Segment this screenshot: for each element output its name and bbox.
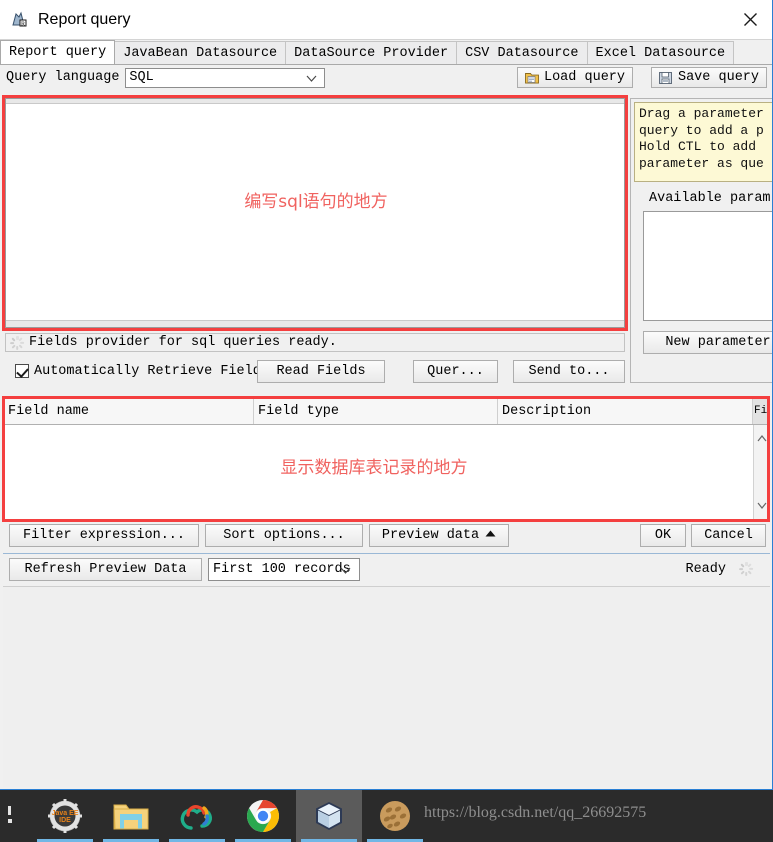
tab-report-query[interactable]: Report query (0, 40, 116, 64)
loading-spinner-icon (739, 561, 756, 578)
fields-table-annotation: 显示数据库表记录的地方 (280, 458, 468, 478)
sql-editor[interactable]: 编写sql语句的地方 (5, 98, 625, 328)
sort-options-button[interactable]: Sort options... (205, 524, 363, 547)
auto-retrieve-fields-label: Automatically Retrieve Fields (34, 363, 269, 379)
file-explorer-icon (113, 804, 149, 830)
ok-label: OK (654, 528, 672, 543)
fields-table-scrollbar[interactable] (753, 425, 769, 519)
fields-table: Field name Field type Description Fi 显示数… (3, 398, 770, 520)
tab-csv-datasource[interactable]: CSV Datasource (456, 41, 588, 64)
save-query-label: Save query (677, 70, 759, 85)
available-parameters-list[interactable] (643, 211, 772, 321)
cancel-label: Cancel (704, 528, 753, 543)
read-fields-button[interactable]: Read Fields (257, 360, 385, 383)
chrome-icon (247, 800, 279, 832)
query-language-row: Query language SQL Load query Save query (0, 66, 772, 90)
records-count-select[interactable]: First 100 records (208, 558, 360, 581)
tab-strip: Report query JavaBean Datasource DataSou… (0, 40, 772, 65)
auto-retrieve-fields-checkbox[interactable] (15, 364, 29, 378)
column-header-field-type[interactable]: Field type (254, 399, 498, 424)
filter-expression-label: Filter expression... (22, 528, 186, 543)
fields-table-header: Field name Field type Description Fi (4, 399, 769, 425)
send-to-label: Send to... (528, 364, 610, 379)
taskbar-item-navicat[interactable] (164, 790, 230, 842)
load-query-button[interactable]: Load query (516, 67, 633, 88)
fields-provider-status: Fields provider for sql queries ready. (5, 333, 625, 352)
available-parameters-label: Available param (649, 191, 771, 206)
load-query-label: Load query (543, 70, 625, 85)
taskbar-item-javaee-ide[interactable]: Java EE IDE (32, 790, 98, 842)
sql-editor-annotation: 编写sql语句的地方 (244, 192, 388, 212)
parameters-panel: Drag a parameter query to add a p Hold C… (630, 98, 772, 383)
refresh-preview-data-label: Refresh Preview Data (24, 562, 187, 577)
column-header-extra[interactable]: Fi (753, 399, 769, 424)
tooltip-line-3: Hold CTL to add (639, 139, 757, 154)
chevron-up-icon[interactable] (757, 429, 767, 447)
screen: R Report query Report query JavaBean Dat… (0, 0, 773, 842)
ok-button[interactable]: OK (640, 524, 686, 547)
sql-editor-hscrollbar[interactable] (6, 320, 624, 327)
query-language-select[interactable]: SQL (125, 67, 326, 90)
cookie-app-icon (380, 801, 410, 831)
taskbar-left-indicator (8, 806, 12, 828)
cancel-button[interactable]: Cancel (691, 524, 766, 547)
svg-text:IDE: IDE (59, 817, 71, 824)
tooltip-line-4: parameter as que (639, 155, 764, 171)
refresh-preview-data-button[interactable]: Refresh Preview Data (9, 558, 202, 581)
svg-text:R: R (21, 21, 25, 27)
navicat-icon (180, 805, 212, 830)
fields-table-body[interactable]: 显示数据库表记录的地方 (4, 425, 769, 519)
preview-results-pane (3, 586, 770, 787)
records-count-value: First 100 records (213, 562, 351, 577)
new-parameter-label: New parameter (665, 335, 771, 350)
preview-data-label: Preview data (381, 528, 480, 543)
filter-expression-button[interactable]: Filter expression... (9, 524, 199, 547)
query-language-label: Query language (6, 70, 120, 85)
query-button[interactable]: Quer... (413, 360, 498, 383)
ready-status-label: Ready (685, 562, 726, 577)
parameter-hint-tooltip: Drag a parameter query to add a p Hold C… (634, 102, 772, 182)
preview-bar: Refresh Preview Data First 100 records R… (3, 553, 770, 585)
ireport-cube-icon (316, 802, 342, 830)
fields-actions-row: Automatically Retrieve Fields Read Field… (5, 358, 625, 384)
javaee-ide-icon: Java EE IDE (48, 799, 82, 833)
column-header-description[interactable]: Description (498, 399, 753, 424)
report-query-icon: R (10, 10, 30, 30)
dialog-actions-row: Filter expression... Sort options... Pre… (3, 524, 770, 548)
triangle-up-icon (485, 528, 496, 543)
chevron-down-icon (305, 72, 318, 90)
fields-provider-status-text: Fields provider for sql queries ready. (29, 335, 337, 350)
taskbar: Java EE IDE https://blog.csdn.net/qq_266… (0, 790, 773, 842)
send-to-button[interactable]: Send to... (513, 360, 625, 383)
loading-spinner-icon (10, 335, 25, 350)
page-title: Report query (38, 10, 131, 28)
tab-datasource-provider[interactable]: DataSource Provider (285, 41, 458, 64)
close-icon[interactable] (727, 0, 772, 39)
sort-options-label: Sort options... (223, 528, 345, 543)
svg-text:Java EE: Java EE (52, 810, 79, 817)
taskbar-item-ireport[interactable] (296, 790, 362, 842)
read-fields-label: Read Fields (276, 364, 366, 379)
tab-excel-datasource[interactable]: Excel Datasource (586, 41, 735, 64)
title-bar: R Report query (0, 0, 772, 40)
taskbar-item-chrome[interactable] (230, 790, 296, 842)
taskbar-item-file-explorer[interactable] (98, 790, 164, 842)
sql-editor-top-rail (6, 99, 624, 104)
chevron-down-icon[interactable] (757, 497, 767, 515)
save-query-button[interactable]: Save query (650, 67, 767, 88)
open-folder-icon (525, 71, 539, 85)
query-button-label: Quer... (427, 364, 484, 379)
new-parameter-button[interactable]: New parameter (643, 331, 772, 354)
preview-data-button[interactable]: Preview data (369, 524, 509, 547)
blog-watermark: https://blog.csdn.net/qq_26692575 (424, 804, 647, 821)
report-query-dialog: R Report query Report query JavaBean Dat… (0, 0, 773, 790)
save-disk-icon (659, 71, 673, 85)
tooltip-line-2: query to add a p (639, 122, 764, 138)
tooltip-line-1: Drag a parameter (639, 106, 764, 121)
column-header-field-name[interactable]: Field name (4, 399, 254, 424)
taskbar-item-cookie-app[interactable] (362, 790, 428, 842)
query-language-value: SQL (129, 70, 154, 85)
chevron-down-icon (339, 564, 352, 582)
tab-javabean-datasource[interactable]: JavaBean Datasource (114, 41, 287, 64)
